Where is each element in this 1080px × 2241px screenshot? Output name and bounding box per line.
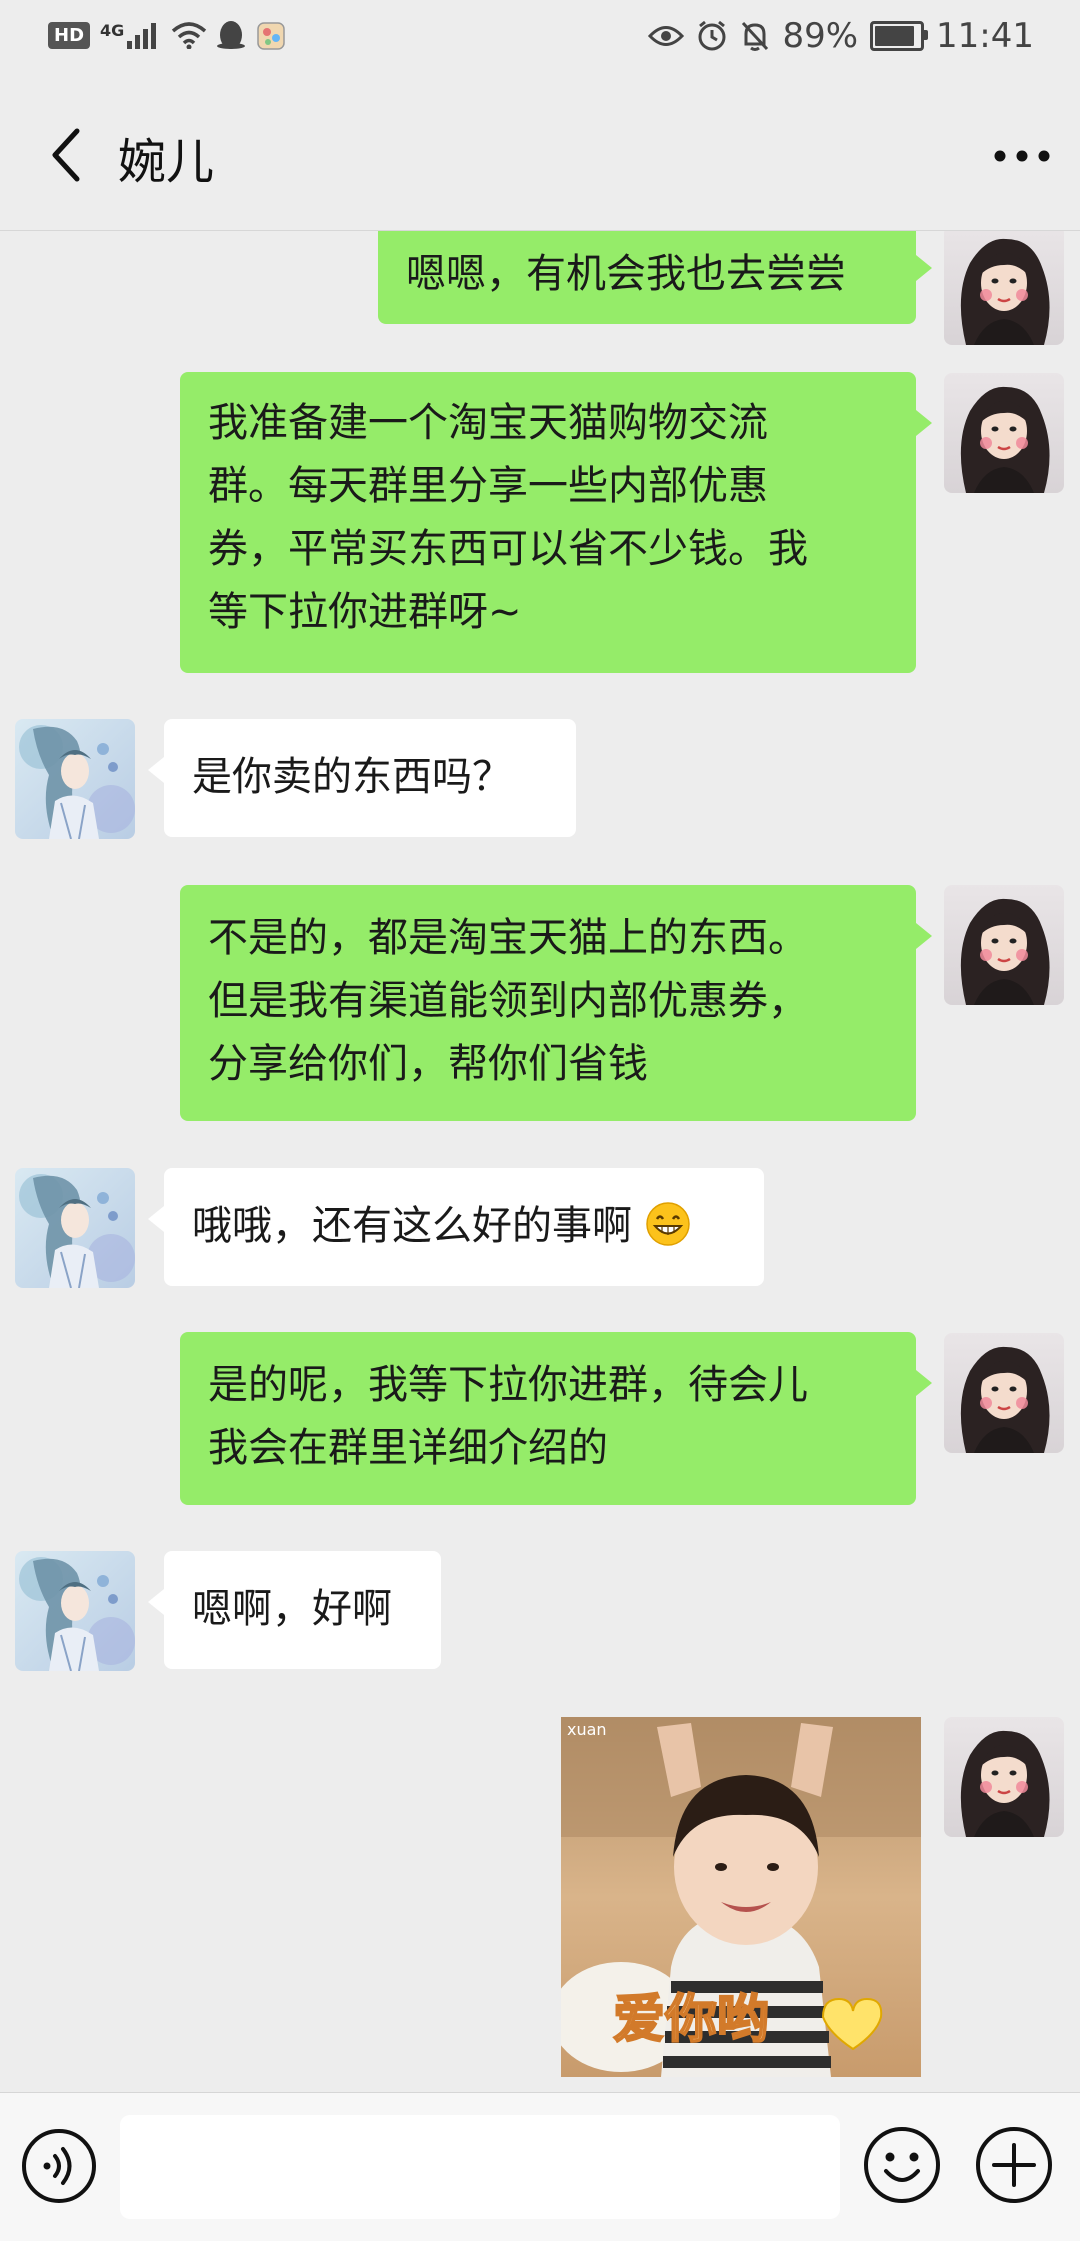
girl-portrait-avatar-image bbox=[944, 1717, 1064, 1837]
signal-icon bbox=[127, 23, 157, 49]
sticker-caption: 爱你哟 bbox=[613, 1990, 769, 2050]
eye-comfort-icon bbox=[648, 26, 685, 46]
status-left: HD 4G bbox=[48, 18, 289, 52]
contact-avatar[interactable] bbox=[15, 1168, 135, 1288]
message-text-line: 但是我有渠道能领到内部优惠券， bbox=[208, 978, 808, 1024]
alarm-icon bbox=[698, 20, 726, 51]
message-text: 嗯啊，好啊 bbox=[192, 1586, 392, 1632]
anime-girl-avatar-image bbox=[15, 719, 135, 839]
battery-fill bbox=[875, 26, 914, 46]
girl-portrait-avatar-image bbox=[944, 373, 1064, 493]
chat-message-list[interactable]: 嗯嗯，有机会我也去尝尝 我准备建一个淘宝天猫购物交流 群。每天群里分享一些内部优… bbox=[0, 231, 1080, 2091]
message-text-line: 我会在群里详细介绍的 bbox=[208, 1425, 608, 1471]
status-bar: HD 4G 89% 11:41 bbox=[0, 0, 1080, 80]
emoji-icon bbox=[864, 2127, 940, 2203]
message-text: 哦哦，还有这么好的事啊 bbox=[192, 1203, 632, 1249]
mute-bell-icon bbox=[742, 21, 769, 51]
message-bubble-sent[interactable]: 嗯嗯，有机会我也去尝尝 bbox=[378, 231, 932, 324]
voice-icon bbox=[22, 2129, 96, 2203]
my-avatar[interactable] bbox=[944, 1333, 1064, 1453]
anime-girl-avatar-image bbox=[15, 1551, 135, 1671]
message-text: 嗯嗯，有机会我也去尝尝 bbox=[406, 251, 846, 297]
message-bubble-sent[interactable]: 我准备建一个淘宝天猫购物交流 群。每天群里分享一些内部优惠 券，平常买东西可以省… bbox=[180, 372, 932, 673]
girl-portrait-avatar-image bbox=[944, 231, 1064, 345]
status-right: 89% 11:41 bbox=[648, 16, 1034, 56]
network-indicator: 4G bbox=[100, 21, 161, 49]
app-notification-icon bbox=[257, 22, 286, 50]
message-text-line: 群。每天群里分享一些内部优惠 bbox=[208, 463, 768, 509]
message-bubble-received[interactable]: 是你卖的东西吗？ bbox=[148, 719, 576, 837]
message-bubble-received[interactable]: 哦哦，还有这么好的事啊 bbox=[148, 1168, 764, 1286]
message-bubble-sent[interactable]: 不是的，都是淘宝天猫上的东西。 但是我有渠道能领到内部优惠券， 分享给你们，帮你… bbox=[180, 885, 932, 1121]
my-avatar[interactable] bbox=[944, 1717, 1064, 1837]
more-button[interactable] bbox=[990, 128, 1054, 184]
sticker-image: xuan 爱你哟 bbox=[561, 1717, 921, 2077]
my-avatar[interactable] bbox=[944, 231, 1064, 345]
plus-icon bbox=[976, 2127, 1052, 2203]
anime-girl-avatar-image bbox=[15, 1168, 135, 1288]
message-bubble-sent[interactable]: 是的呢，我等下拉你进群，待会儿 我会在群里详细介绍的 bbox=[180, 1332, 932, 1505]
sticker-message[interactable]: xuan 爱你哟 bbox=[561, 1717, 921, 2077]
voice-input-button[interactable] bbox=[20, 2127, 98, 2205]
battery-icon bbox=[870, 21, 929, 51]
chevron-left-icon bbox=[52, 128, 80, 182]
chat-title: 婉儿 bbox=[118, 134, 215, 190]
grinning-emoji-icon bbox=[645, 1202, 690, 1246]
girl-portrait-avatar-image bbox=[944, 1333, 1064, 1453]
more-dots-icon bbox=[994, 150, 1050, 162]
clock-time: 11:41 bbox=[936, 16, 1034, 56]
contact-avatar[interactable] bbox=[15, 1551, 135, 1671]
battery-percent: 89% bbox=[782, 16, 859, 56]
my-avatar[interactable] bbox=[944, 373, 1064, 493]
my-avatar[interactable] bbox=[944, 885, 1064, 1005]
message-text-input[interactable] bbox=[120, 2115, 840, 2219]
sticker-watermark: xuan bbox=[567, 1720, 607, 1739]
message-bubble-received[interactable]: 嗯啊，好啊 bbox=[148, 1551, 441, 1669]
contact-avatar[interactable] bbox=[15, 719, 135, 839]
wifi-icon bbox=[172, 22, 207, 49]
message-text-line: 我准备建一个淘宝天猫购物交流 bbox=[208, 400, 768, 446]
back-button[interactable] bbox=[36, 120, 96, 190]
message-text: 是你卖的东西吗？ bbox=[192, 754, 512, 800]
girl-portrait-avatar-image bbox=[944, 885, 1064, 1005]
message-text-line: 是的呢，我等下拉你进群，待会儿 bbox=[208, 1362, 808, 1408]
hd-badge: HD bbox=[48, 21, 91, 49]
qq-penguin-icon bbox=[217, 21, 246, 49]
message-text-line: 等下拉你进群呀~ bbox=[208, 589, 522, 635]
chat-input-bar bbox=[0, 2092, 1080, 2241]
emoji-button[interactable] bbox=[862, 2125, 942, 2205]
message-text-line: 分享给你们，帮你们省钱 bbox=[208, 1041, 648, 1087]
chat-header: 婉儿 bbox=[0, 80, 1080, 231]
message-text-line: 券，平常买东西可以省不少钱。我 bbox=[208, 526, 808, 572]
more-functions-button[interactable] bbox=[974, 2125, 1054, 2205]
network-type-label: 4G bbox=[100, 21, 125, 40]
message-text-line: 不是的，都是淘宝天猫上的东西。 bbox=[208, 915, 808, 961]
